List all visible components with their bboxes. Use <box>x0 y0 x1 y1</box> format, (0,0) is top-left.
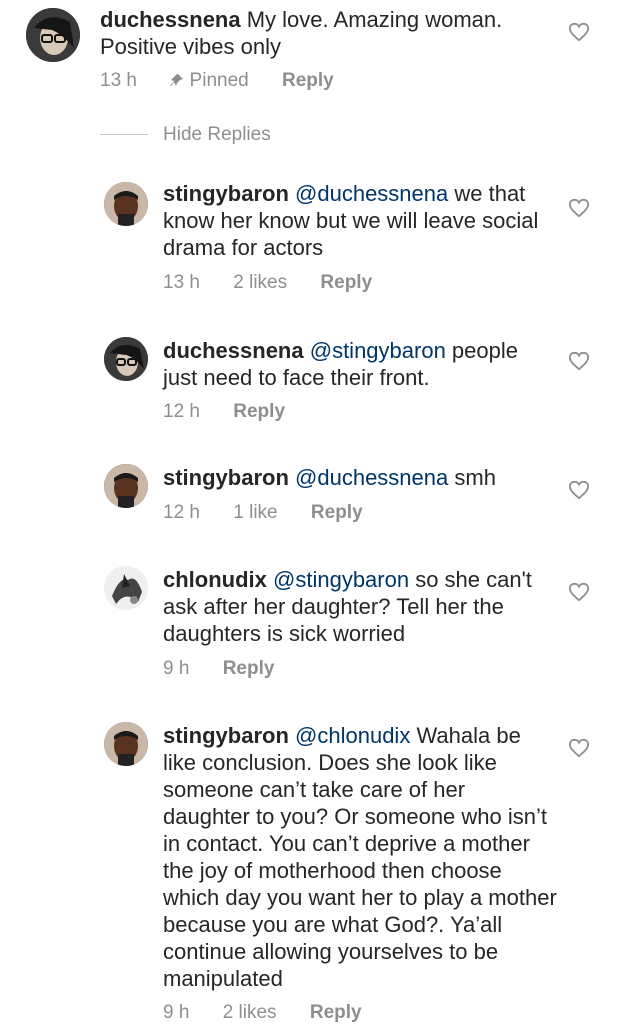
comment-text: chlonudix @stingybaron so she can't ask … <box>163 566 558 647</box>
comment-text: stingybaron @duchessnena we that know he… <box>163 180 558 261</box>
likes-count[interactable]: 2 likes <box>223 1002 277 1024</box>
comment-username[interactable]: stingybaron <box>163 465 289 490</box>
likes-count[interactable]: 2 likes <box>233 272 287 294</box>
avatar[interactable] <box>104 182 148 226</box>
comment-time: 12 h <box>163 502 200 523</box>
comment-time: 9 h <box>163 658 190 679</box>
comment-meta: 9 h Reply <box>163 658 302 680</box>
avatar[interactable] <box>26 8 80 62</box>
comment-time: 12 h <box>163 401 200 422</box>
comment-meta: 13 h 2 likes Reply <box>163 272 400 294</box>
mention-link[interactable]: @chlonudix <box>295 723 410 748</box>
comment-meta: 12 h 1 like Reply <box>163 502 391 524</box>
comment-body: smh <box>448 465 496 490</box>
avatar[interactable] <box>104 464 148 508</box>
avatar[interactable] <box>104 722 148 766</box>
comment-username[interactable]: duchessnena <box>163 338 304 363</box>
heart-outline-icon[interactable] <box>568 480 590 500</box>
mention-link[interactable]: @duchessnena <box>295 465 448 490</box>
comment-text: stingybaron @chlonudix Wahala be like co… <box>163 722 558 992</box>
comment-text: duchessnena @stingybaron people just nee… <box>163 337 558 391</box>
replies-divider <box>100 134 148 135</box>
hide-replies-button[interactable]: Hide Replies <box>163 124 271 146</box>
comment-time: 13 h <box>100 70 137 91</box>
pinned-label: Pinned <box>170 70 249 92</box>
avatar[interactable] <box>104 337 148 381</box>
heart-outline-icon[interactable] <box>568 738 590 758</box>
avatar[interactable] <box>104 566 148 610</box>
comment-username[interactable]: duchessnena <box>100 7 241 32</box>
heart-outline-icon[interactable] <box>568 351 590 371</box>
pin-icon <box>170 74 184 86</box>
comment-body: Wahala be like conclusion. Does she look… <box>163 723 557 991</box>
reply-button[interactable]: Reply <box>233 401 285 423</box>
reply-button[interactable]: Reply <box>282 70 334 92</box>
heart-outline-icon[interactable] <box>568 22 590 42</box>
comment-time: 9 h <box>163 1002 190 1023</box>
comment-time: 13 h <box>163 272 200 293</box>
likes-count[interactable]: 1 like <box>233 502 277 524</box>
mention-link[interactable]: @stingybaron <box>273 567 409 592</box>
comment-username[interactable]: stingybaron <box>163 181 289 206</box>
heart-outline-icon[interactable] <box>568 582 590 602</box>
comment-username[interactable]: chlonudix <box>163 567 267 592</box>
heart-outline-icon[interactable] <box>568 198 590 218</box>
comment-meta: 12 h Reply <box>163 401 313 423</box>
comment-text: duchessnena My love. Amazing woman. Posi… <box>100 6 558 60</box>
reply-button[interactable]: Reply <box>311 502 363 524</box>
reply-button[interactable]: Reply <box>320 272 372 294</box>
comment-meta: 9 h 2 likes Reply <box>163 1002 390 1024</box>
mention-link[interactable]: @stingybaron <box>310 338 446 363</box>
reply-button[interactable]: Reply <box>223 658 275 680</box>
mention-link[interactable]: @duchessnena <box>295 181 448 206</box>
comment-meta: 13 h Pinned Reply <box>100 70 362 92</box>
comment-text: stingybaron @duchessnena smh <box>163 464 558 491</box>
reply-button[interactable]: Reply <box>310 1002 362 1024</box>
comment-username[interactable]: stingybaron <box>163 723 289 748</box>
